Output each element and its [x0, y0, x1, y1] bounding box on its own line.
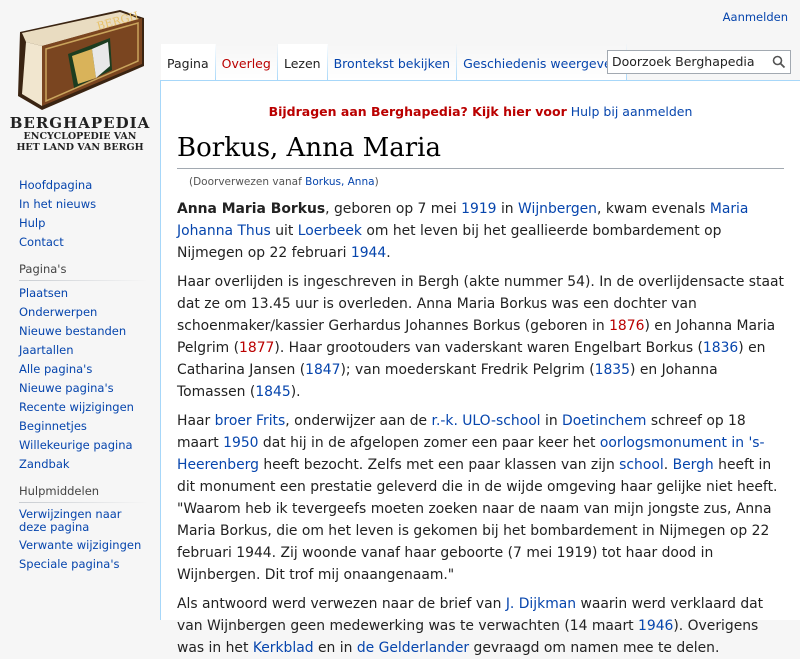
text: ).	[290, 384, 301, 400]
site-logo[interactable]: BERGH BERGHAPEDIA ENCYCLOPEDIE VAN HET L…	[0, 0, 160, 160]
book-logo-icon: BERGH	[18, 9, 144, 110]
link-year[interactable]: 1835	[595, 362, 630, 378]
link-school[interactable]: r.-k. ULO-school	[432, 413, 541, 429]
paragraph-1: Anna Maria Borkus, geboren op 7 mei 1919…	[177, 198, 784, 264]
sidebar-navigation: Hoofdpagina In het nieuws Hulp Contact	[19, 178, 160, 250]
view-tabs: Lezen Brontekst bekijken Geschiedenis we…	[278, 44, 627, 80]
namespace-tabs: Pagina Overleg	[161, 44, 278, 80]
sidebar-item-topics[interactable]: Onderwerpen	[19, 305, 97, 319]
text: in	[540, 413, 563, 429]
tab-read[interactable]: Lezen	[278, 44, 328, 80]
link-place[interactable]: Doetinchem	[562, 413, 646, 429]
logo-title: BERGHAPEDIA	[9, 114, 151, 132]
link-person[interactable]: broer Frits	[215, 413, 286, 429]
link-year[interactable]: 1946	[638, 618, 673, 634]
sidebar-item-all-pages[interactable]: Alle pagina's	[19, 362, 92, 376]
sidebar-item-news[interactable]: In het nieuws	[19, 197, 96, 211]
text: .	[386, 245, 391, 261]
link-school[interactable]: school	[619, 457, 664, 473]
sidebar: Hoofdpagina In het nieuws Hulp Contact P…	[0, 178, 160, 584]
sidebar-item-places[interactable]: Plaatsen	[19, 286, 68, 300]
tab-history[interactable]: Geschiedenis weergeven	[457, 44, 627, 80]
text: uit	[270, 223, 298, 239]
text: heeft in dit monument een prestatie gele…	[177, 457, 778, 583]
text: Als antwoord werd verwezen naar de brief…	[177, 596, 506, 612]
tab-talk[interactable]: Overleg	[215, 44, 278, 80]
link-year-new[interactable]: 1876	[609, 318, 644, 334]
link-year[interactable]: 1950	[223, 435, 258, 451]
sidebar-pages: Pagina's Plaatsen Onderwerpen Nieuwe bes…	[19, 262, 160, 472]
text: en in	[313, 640, 357, 656]
page-title: Borkus, Anna Maria	[177, 130, 784, 169]
main-content: Bijdragen aan Berghapedia? Kijk hier voo…	[160, 80, 800, 656]
link-year[interactable]: 1919	[461, 201, 496, 217]
link-year-new[interactable]: 1877	[239, 340, 274, 356]
sidebar-item-what-links-here[interactable]: Verwijzingen naar deze pagina	[19, 507, 122, 534]
search-input[interactable]	[608, 51, 758, 72]
sidebar-item-stubs[interactable]: Beginnetjes	[19, 419, 87, 433]
article-body: Anna Maria Borkus, geboren op 7 mei 1919…	[177, 198, 784, 659]
login-link[interactable]: Aanmelden	[723, 10, 788, 24]
text: dat hij in de afgelopen zomer een paar k…	[258, 435, 600, 451]
text: heeft bezocht. Zelfs met een paar klasse…	[258, 457, 620, 473]
paragraph-3: Haar broer Frits, onderwijzer aan de r.-…	[177, 410, 784, 586]
link-place[interactable]: Bergh	[673, 457, 714, 473]
sidebar-item-sandbox[interactable]: Zandbak	[19, 457, 70, 471]
paragraph-4: Als antwoord werd verwezen naar de brief…	[177, 593, 784, 659]
site-notice: Bijdragen aan Berghapedia? Kijk hier voo…	[161, 104, 800, 119]
link-place[interactable]: Loerbeek	[298, 223, 362, 239]
sidebar-item-years[interactable]: Jaartallen	[19, 343, 74, 357]
site-notice-text: Bijdragen aan Berghapedia? Kijk hier voo…	[268, 104, 567, 119]
text: in	[496, 201, 519, 217]
link-publication[interactable]: de Gelderlander	[357, 640, 469, 656]
sidebar-pages-heading: Pagina's	[19, 262, 147, 281]
link-person[interactable]: J. Dijkman	[506, 596, 576, 612]
sidebar-item-main-page[interactable]: Hoofdpagina	[19, 178, 92, 192]
sidebar-item-new-pages[interactable]: Nieuwe pagina's	[19, 381, 114, 395]
link-year[interactable]: 1944	[351, 245, 386, 261]
redirect-link[interactable]: Borkus, Anna	[305, 176, 374, 188]
link-year[interactable]: 1845	[255, 384, 290, 400]
subject-name: Anna Maria Borkus	[177, 201, 326, 217]
text: , geboren op 7 mei	[325, 201, 462, 217]
logo-subtitle-line-2: HET LAND VAN BERGH	[16, 142, 144, 153]
text: gevraagd om namen mee te delen.	[469, 640, 720, 656]
sidebar-item-special-pages[interactable]: Speciale pagina's	[19, 557, 120, 571]
sidebar-item-new-files[interactable]: Nieuwe bestanden	[19, 324, 126, 338]
text: ). Haar grootouders van vaderskant waren…	[274, 340, 703, 356]
sidebar-tools-heading: Hulpmiddelen	[19, 484, 147, 503]
text: .	[663, 457, 673, 473]
logo-subtitle: ENCYCLOPEDIE VAN HET LAND VAN BERGH	[0, 131, 160, 153]
logo-subtitle-line-1: ENCYCLOPEDIE VAN	[23, 131, 137, 142]
sidebar-item-help[interactable]: Hulp	[19, 216, 45, 230]
personal-tools: Aanmelden	[723, 10, 788, 24]
redirect-suffix: )	[374, 176, 379, 188]
search-box	[607, 50, 791, 74]
sidebar-item-contact[interactable]: Contact	[19, 235, 64, 249]
search-icon[interactable]	[772, 55, 786, 72]
text: , kwam evenals	[596, 201, 710, 217]
paragraph-2: Haar overlijden is ingeschreven in Bergh…	[177, 271, 784, 403]
sidebar-item-recent-changes[interactable]: Recente wijzigingen	[19, 400, 134, 414]
link-publication[interactable]: Kerkblad	[253, 640, 314, 656]
redirect-prefix: (Doorverwezen vanaf	[189, 176, 306, 188]
site-notice-link[interactable]: Hulp bij aanmelden	[571, 104, 693, 119]
text: Haar	[177, 413, 215, 429]
tab-view-source[interactable]: Brontekst bekijken	[327, 44, 458, 80]
redirect-notice: (Doorverwezen vanaf Borkus, Anna)	[189, 176, 800, 188]
sidebar-tools: Hulpmiddelen Verwijzingen naar deze pagi…	[19, 484, 160, 572]
sidebar-item-related-changes[interactable]: Verwante wijzigingen	[19, 538, 141, 552]
text: , onderwijzer aan de	[285, 413, 432, 429]
sidebar-item-random-page[interactable]: Willekeurige pagina	[19, 438, 133, 452]
tab-page[interactable]: Pagina	[161, 44, 216, 80]
link-year[interactable]: 1847	[305, 362, 340, 378]
link-place[interactable]: Wijnbergen	[518, 201, 597, 217]
link-year[interactable]: 1836	[703, 340, 738, 356]
text: ); van moederskant Fredrik Pelgrim (	[340, 362, 595, 378]
